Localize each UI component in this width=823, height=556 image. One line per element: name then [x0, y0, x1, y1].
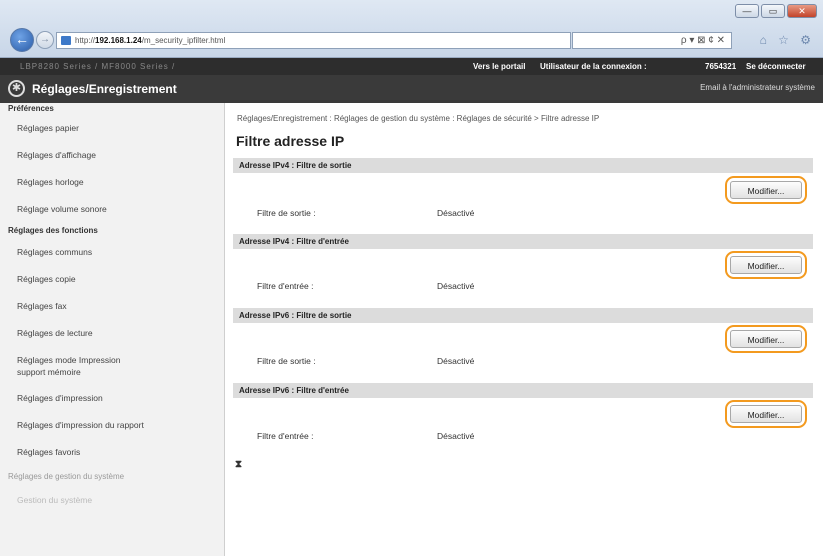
field-label-ipv6-input: Filtre d'entrée :	[257, 431, 314, 441]
edit-ipv4-output-button[interactable]: Modifier...	[725, 176, 807, 204]
address-tools[interactable]: ρ ▾ ⊠ ¢ ✕	[572, 32, 732, 49]
edit-ipv6-output-button[interactable]: Modifier...	[725, 325, 807, 353]
login-user-id: 7654321	[705, 62, 737, 71]
forward-arrow-icon[interactable]: →	[36, 31, 54, 49]
page-title: Filtre adresse IP	[236, 133, 345, 149]
page-icon	[61, 36, 71, 45]
url-path: /m_security_ipfilter.html	[141, 36, 226, 45]
maximize-button[interactable]: ▭	[761, 4, 785, 18]
breadcrumb: Réglages/Enregistrement : Réglages de ge…	[237, 114, 600, 123]
field-value-ipv6-input: Désactivé	[437, 431, 475, 441]
sidebar-item-system-management[interactable]: Gestion du système	[0, 488, 224, 512]
field-value-ipv4-output: Désactivé	[437, 208, 475, 218]
back-arrow-icon[interactable]: ←	[10, 28, 34, 52]
edit-button-label: Modifier...	[730, 330, 802, 348]
sidebar-item-report-print[interactable]: Réglages d'impression du rapport	[0, 412, 224, 439]
sidebar-item-copy[interactable]: Réglages copie	[0, 266, 224, 293]
browser-toolbar: — ▭ ✕ ← → http://192.168.1.24/m_security…	[0, 0, 823, 58]
sidebar: Préférences Réglages papier Réglages d'a…	[0, 103, 225, 556]
sidebar-item-clock[interactable]: Réglages horloge	[0, 169, 224, 196]
sidebar-item-scan[interactable]: Réglages de lecture	[0, 320, 224, 347]
sidebar-heading-preferences: Préférences	[8, 104, 54, 113]
section-heading-ipv6-output: Adresse IPv6 : Filtre de sortie	[233, 308, 813, 323]
sidebar-item-favorites[interactable]: Réglages favoris	[0, 439, 224, 466]
field-label-ipv4-input: Filtre d'entrée :	[257, 281, 314, 291]
edit-ipv4-input-button[interactable]: Modifier...	[725, 251, 807, 279]
section-heading-ipv6-input: Adresse IPv6 : Filtre d'entrée	[233, 383, 813, 398]
gear-icon: ✱	[8, 80, 25, 97]
close-window-button[interactable]: ✕	[787, 4, 817, 18]
app-topbar: LBP8280 Series / MF8000 Series / Vers le…	[0, 58, 823, 75]
sidebar-item-fax[interactable]: Réglages fax	[0, 293, 224, 320]
back-to-top-icon[interactable]: ⧗	[235, 459, 242, 470]
app-titlebar: ✱ Réglages/Enregistrement Email à l'admi…	[0, 75, 823, 103]
favorites-icons[interactable]: ⌂ ☆ ⚙	[760, 33, 815, 47]
section-heading-ipv4-output: Adresse IPv4 : Filtre de sortie	[233, 158, 813, 173]
device-name: LBP8280 Series / MF8000 Series /	[20, 62, 176, 71]
sidebar-item-printing[interactable]: Réglages d'impression	[0, 385, 224, 412]
app-title: Réglages/Enregistrement	[32, 82, 177, 96]
url-prefix: http://	[75, 36, 96, 45]
sidebar-item-common[interactable]: Réglages communs	[0, 239, 224, 266]
edit-button-label: Modifier...	[730, 256, 802, 274]
sidebar-heading-management: Réglages de gestion du système	[8, 472, 125, 481]
field-value-ipv6-output: Désactivé	[437, 356, 475, 366]
sidebar-item-volume[interactable]: Réglage volume sonore	[0, 196, 224, 223]
mail-admin-link[interactable]: Email à l'administrateur système	[700, 83, 815, 92]
field-label-ipv4-output: Filtre de sortie :	[257, 208, 316, 218]
sidebar-item-memory-print[interactable]: Réglages mode Impression support mémoire	[0, 347, 150, 385]
field-label-ipv6-output: Filtre de sortie :	[257, 356, 316, 366]
minimize-button[interactable]: —	[735, 4, 759, 18]
field-value-ipv4-input: Désactivé	[437, 281, 475, 291]
login-user-label: Utilisateur de la connexion :	[540, 62, 647, 71]
main-content: Réglages/Enregistrement : Réglages de ge…	[225, 103, 823, 556]
logout-link[interactable]: Se déconnecter	[746, 58, 806, 75]
edit-button-label: Modifier...	[730, 181, 802, 199]
sidebar-item-paper[interactable]: Réglages papier	[0, 115, 224, 142]
sidebar-item-display[interactable]: Réglages d'affichage	[0, 142, 224, 169]
edit-ipv6-input-button[interactable]: Modifier...	[725, 400, 807, 428]
section-heading-ipv4-input: Adresse IPv4 : Filtre d'entrée	[233, 234, 813, 249]
portal-link[interactable]: Vers le portail	[473, 58, 525, 75]
window-controls: — ▭ ✕	[735, 4, 817, 18]
edit-button-label: Modifier...	[730, 405, 802, 423]
sidebar-heading-functions: Réglages des fonctions	[8, 226, 98, 235]
address-bar[interactable]: http://192.168.1.24/m_security_ipfilter.…	[56, 32, 571, 49]
url-host: 192.168.1.24	[95, 36, 142, 45]
